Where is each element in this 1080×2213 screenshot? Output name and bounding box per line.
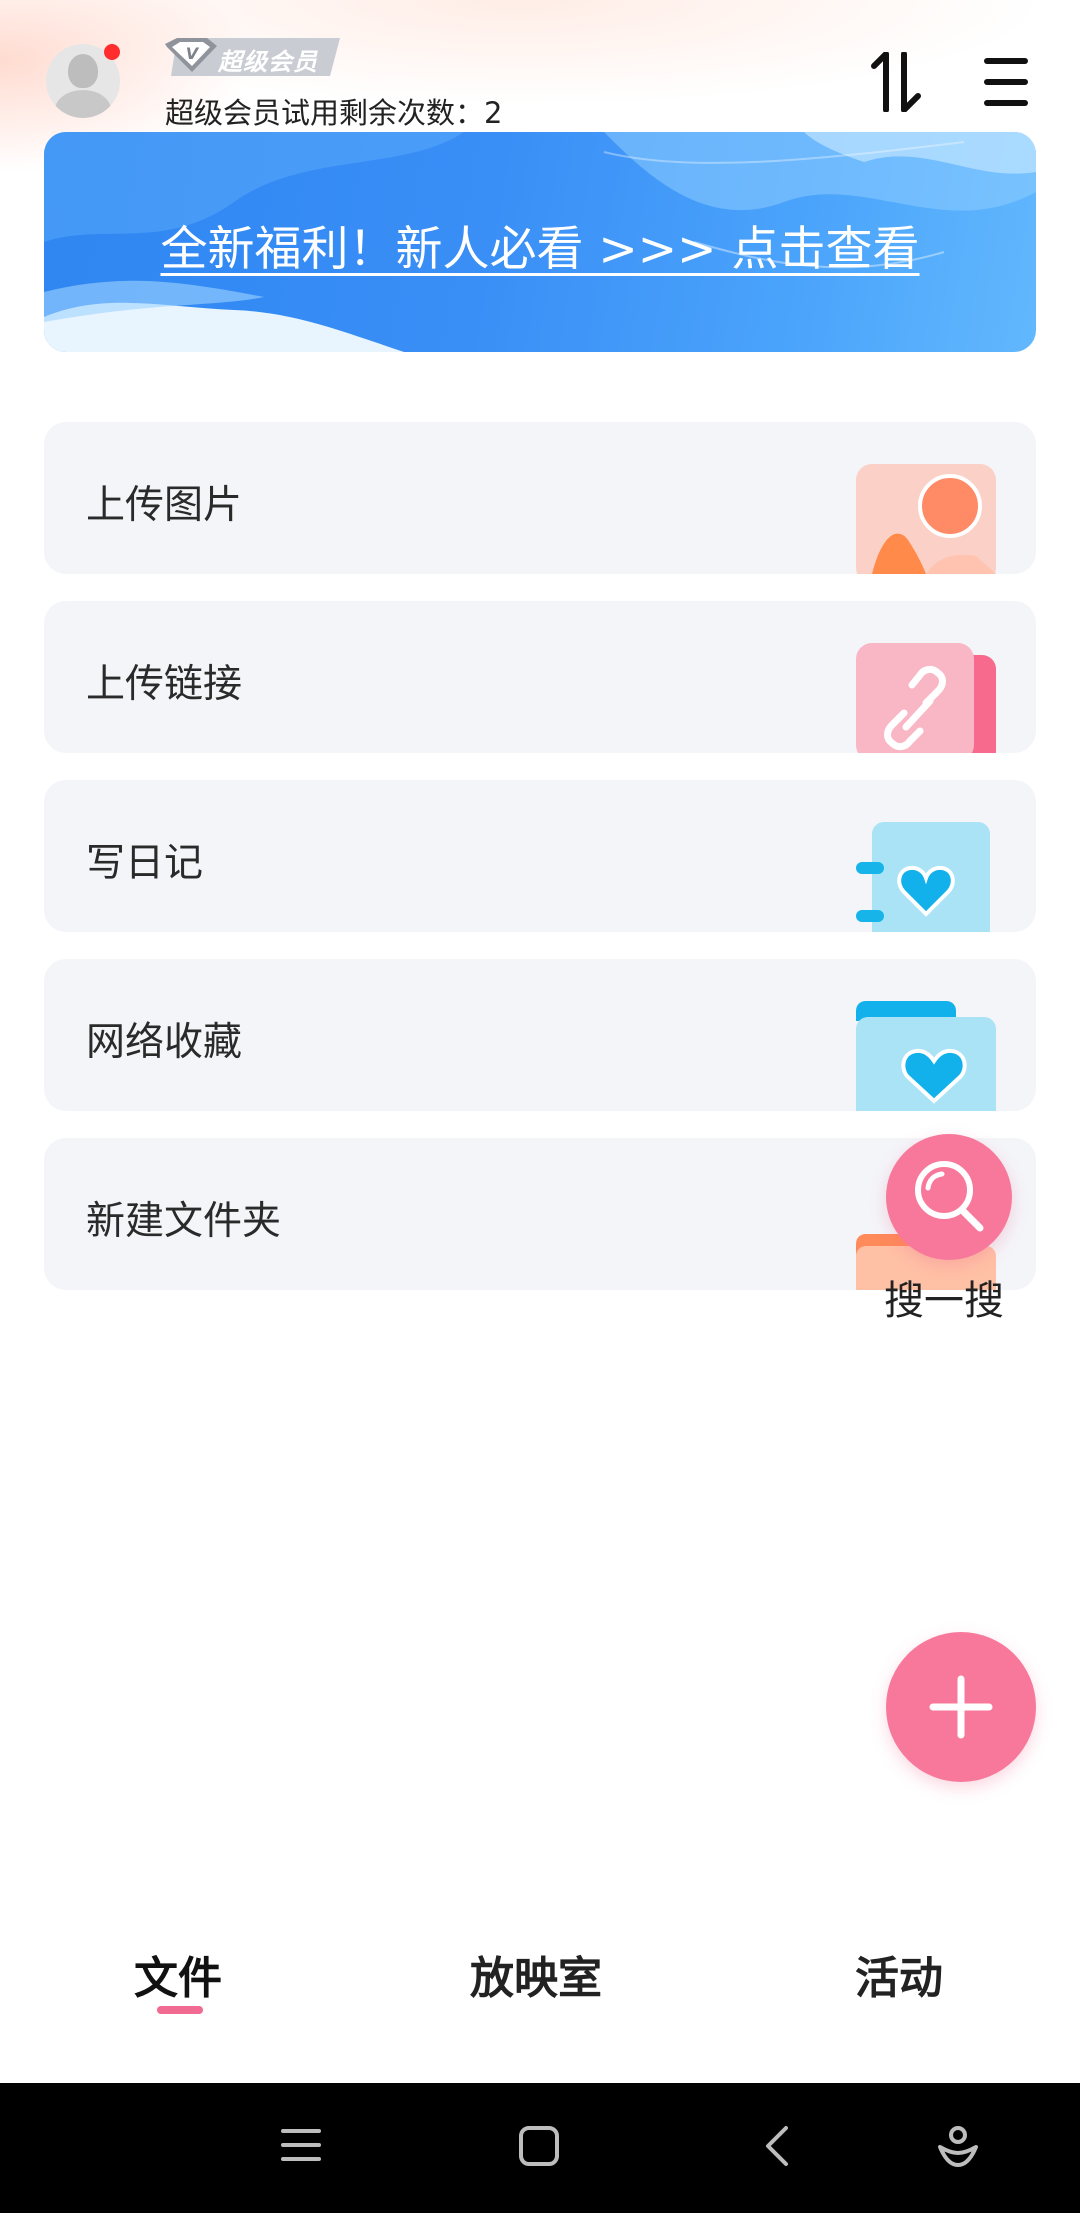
hamburger-menu-icon[interactable]: [982, 55, 1030, 109]
assistant-icon[interactable]: [937, 2125, 979, 2169]
promo-banner[interactable]: 全新福利！新人必看 >>> 点击查看: [44, 132, 1036, 352]
system-navigation-bar: [0, 2083, 1080, 2213]
upload-link-item[interactable]: 上传链接: [44, 601, 1036, 753]
upload-image-item[interactable]: 上传图片: [44, 422, 1036, 574]
tab-activities[interactable]: 活动: [855, 1942, 943, 2006]
new-folder-label: 新建文件夹: [86, 1199, 282, 1244]
link-icon: [856, 643, 996, 753]
web-favorites-label: 网络收藏: [86, 1020, 243, 1065]
search-icon: [915, 1161, 984, 1232]
upload-link-label: 上传链接: [86, 662, 243, 707]
banner-link-text[interactable]: 全新福利！新人必看 >>> 点击查看: [44, 210, 1036, 279]
notification-dot: [104, 44, 120, 60]
trial-remaining-text: 超级会员试用剩余次数：2: [165, 96, 503, 130]
vip-badge-label: 超级会员: [218, 48, 318, 76]
avatar-body: [55, 90, 111, 118]
sort-icon[interactable]: [870, 51, 926, 113]
plus-icon: [929, 1675, 993, 1739]
bottom-tab-bar: 文件 放映室 活动: [0, 1900, 1080, 2083]
diary-heart-icon: [856, 822, 990, 932]
search-fab-label[interactable]: 搜一搜: [884, 1268, 1004, 1326]
search-fab[interactable]: [886, 1134, 1012, 1260]
active-tab-indicator: [157, 2006, 203, 2014]
back-icon[interactable]: [762, 2125, 792, 2167]
tab-screening-room[interactable]: 放映室: [470, 1942, 602, 2006]
image-icon: [856, 464, 996, 574]
web-favorites-item[interactable]: 网络收藏: [44, 959, 1036, 1111]
write-diary-label: 写日记: [86, 841, 204, 886]
vip-letter: V: [186, 44, 200, 63]
home-icon[interactable]: [518, 2125, 560, 2167]
write-diary-item[interactable]: 写日记: [44, 780, 1036, 932]
tab-files[interactable]: 文件: [134, 1942, 222, 2006]
upload-image-label: 上传图片: [86, 483, 243, 528]
add-fab[interactable]: [886, 1632, 1036, 1782]
avatar-head: [68, 54, 98, 88]
favorite-folder-icon: [856, 1001, 996, 1111]
vip-badge[interactable]: V 超级会员: [165, 38, 340, 76]
recent-apps-icon[interactable]: [281, 2125, 321, 2165]
